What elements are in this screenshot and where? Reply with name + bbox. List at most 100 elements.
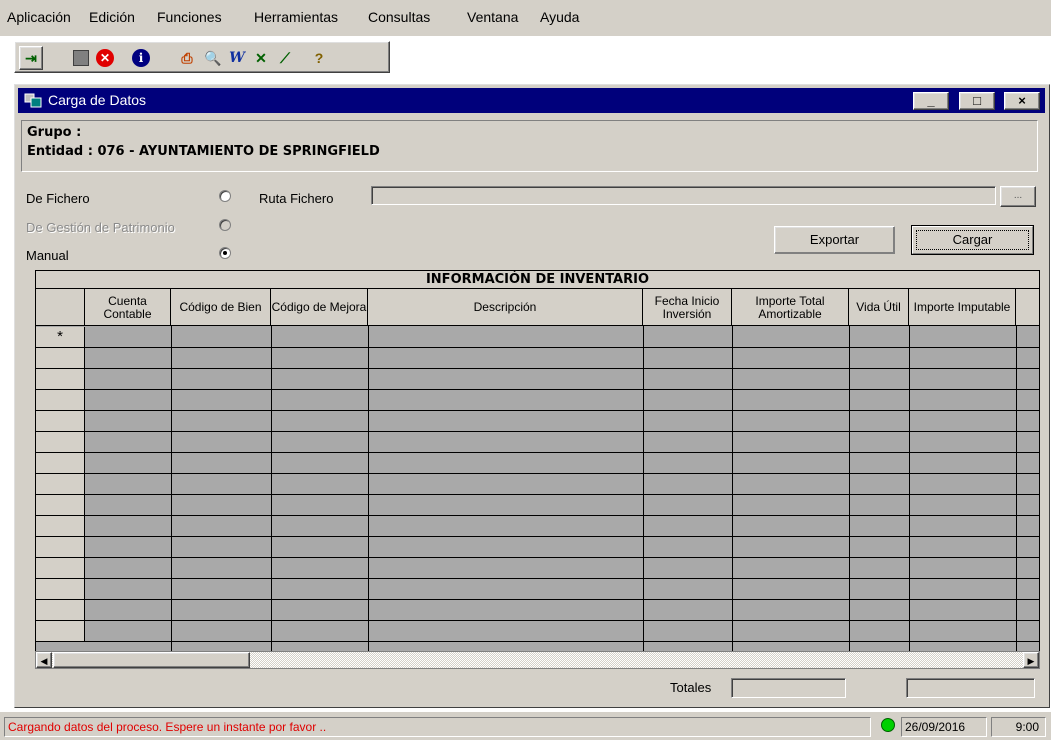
print-icon[interactable]: ⎙	[175, 46, 199, 70]
table-row[interactable]	[85, 516, 1039, 537]
col-codigo-mejora[interactable]: Código de Mejora	[271, 289, 368, 326]
table-row[interactable]	[85, 369, 1039, 390]
manual-label: Manual	[26, 248, 69, 263]
help-icon[interactable]: ?	[307, 46, 331, 70]
exportar-label: Exportar	[809, 232, 860, 247]
menu-consultas[interactable]: Consultas	[368, 9, 430, 25]
menu-funciones[interactable]: Funciones	[157, 9, 222, 25]
search-icon[interactable]: 🔍	[201, 46, 225, 70]
entidad-label: Entidad : 076 - AYUNTAMIENTO DE SPRINGFI…	[27, 144, 380, 159]
grid-title: INFORMACIÓN DE INVENTARIO	[36, 271, 1039, 289]
column-divider	[171, 326, 172, 665]
column-header-row: Cuenta Contable Código de Bien Código de…	[36, 289, 1039, 326]
row-selector[interactable]	[36, 579, 85, 600]
column-divider	[909, 326, 910, 665]
menu-herramientas[interactable]: Herramientas	[254, 9, 338, 25]
ruta-fichero-label: Ruta Fichero	[259, 191, 334, 206]
menu-aplicacion[interactable]: Aplicación	[7, 9, 71, 25]
new-row-marker[interactable]: *	[36, 327, 85, 348]
row-selector[interactable]	[36, 453, 85, 474]
window-title: Carga de Datos	[48, 92, 147, 108]
exit-icon[interactable]: ⇥	[19, 46, 43, 70]
scroll-left-icon[interactable]: ◀	[36, 652, 52, 668]
table-row[interactable]	[85, 558, 1039, 579]
close-button[interactable]: ×	[1004, 92, 1040, 110]
row-selector[interactable]	[36, 495, 85, 516]
row-selector[interactable]	[36, 558, 85, 579]
exportar-button[interactable]: Exportar	[773, 225, 896, 255]
menu-ayuda[interactable]: Ayuda	[540, 9, 579, 25]
inventory-grid[interactable]: INFORMACIÓN DE INVENTARIO Cuenta Contabl…	[35, 270, 1040, 666]
row-selector[interactable]	[36, 390, 85, 411]
col-cuenta-contable[interactable]: Cuenta Contable	[85, 289, 171, 326]
table-row[interactable]	[85, 453, 1039, 474]
word-icon[interactable]: W	[225, 46, 249, 70]
cancel-icon[interactable]: ✕	[93, 46, 117, 70]
scroll-right-icon[interactable]: ▶	[1023, 652, 1039, 668]
table-row[interactable]	[85, 390, 1039, 411]
col-importe-imputable[interactable]: Importe Imputable	[909, 289, 1016, 326]
table-row[interactable]	[85, 327, 1039, 348]
table-row[interactable]	[85, 600, 1039, 621]
horizontal-scrollbar[interactable]: ◀ ▶	[35, 651, 1040, 669]
row-selector[interactable]	[36, 348, 85, 369]
column-divider	[732, 326, 733, 665]
cargar-button[interactable]: Cargar	[911, 225, 1034, 255]
scroll-thumb[interactable]	[53, 652, 250, 668]
status-bar: Cargando datos del proceso. Espere un in…	[0, 712, 1051, 740]
de-gestion-radio[interactable]	[219, 219, 231, 231]
menu-edicion[interactable]: Edición	[89, 9, 135, 25]
col-importe-total[interactable]: Importe Total Amortizable	[732, 289, 849, 326]
table-row[interactable]	[85, 474, 1039, 495]
row-selector-header	[36, 289, 85, 326]
browse-button[interactable]: ...	[1000, 186, 1036, 207]
status-led-icon	[881, 718, 895, 732]
col-descripcion[interactable]: Descripción	[368, 289, 643, 326]
table-row[interactable]	[85, 348, 1039, 369]
column-divider	[643, 326, 644, 665]
column-divider	[368, 326, 369, 665]
radio-selected-dot	[223, 251, 227, 255]
stop-icon[interactable]	[69, 46, 93, 70]
col-fecha-inicio[interactable]: Fecha Inicio Inversión	[643, 289, 732, 326]
menu-bar: Aplicación Edición Funciones Herramienta…	[0, 0, 1051, 36]
row-selector[interactable]	[36, 621, 85, 642]
table-row[interactable]	[85, 432, 1039, 453]
status-time: 9:00	[991, 717, 1046, 737]
entity-header-panel: Grupo : Entidad : 076 - AYUNTAMIENTO DE …	[21, 120, 1038, 172]
de-gestion-label: De Gestión de Patrimonio	[26, 220, 175, 235]
table-row[interactable]	[85, 495, 1039, 516]
col-codigo-bien[interactable]: Código de Bien	[171, 289, 271, 326]
window-titlebar[interactable]: Carga de Datos _ □ ×	[18, 88, 1045, 113]
excel-icon[interactable]: ✕	[249, 46, 273, 70]
col-vida-util[interactable]: Vida Útil	[849, 289, 909, 326]
carga-de-datos-window: Carga de Datos _ □ × Grupo : Entidad : 0…	[14, 84, 1050, 708]
row-selector[interactable]	[36, 432, 85, 453]
manual-radio[interactable]	[219, 247, 231, 259]
column-divider	[271, 326, 272, 665]
row-selector[interactable]	[36, 369, 85, 390]
grupo-label: Grupo :	[27, 125, 82, 140]
minimize-button[interactable]: _	[913, 92, 949, 110]
table-row[interactable]	[85, 411, 1039, 432]
row-selector[interactable]	[36, 600, 85, 621]
row-selector[interactable]	[36, 411, 85, 432]
de-fichero-radio[interactable]	[219, 190, 231, 202]
row-selector[interactable]	[36, 537, 85, 558]
table-row[interactable]	[85, 621, 1039, 642]
ruta-fichero-input[interactable]	[371, 186, 996, 205]
column-divider	[849, 326, 850, 665]
totales-label: Totales	[670, 680, 712, 695]
de-fichero-label: De Fichero	[26, 191, 90, 206]
info-icon[interactable]: i	[129, 46, 153, 70]
table-row[interactable]	[85, 579, 1039, 600]
totales-importe-total	[731, 678, 846, 698]
cargar-label: Cargar	[952, 232, 993, 247]
window-app-icon	[24, 92, 42, 108]
table-row[interactable]	[85, 537, 1039, 558]
menu-ventana[interactable]: Ventana	[467, 9, 518, 25]
chart-icon[interactable]: ⟋	[273, 46, 297, 70]
row-selector[interactable]	[36, 516, 85, 537]
maximize-button[interactable]: □	[959, 92, 995, 110]
row-selector[interactable]	[36, 474, 85, 495]
